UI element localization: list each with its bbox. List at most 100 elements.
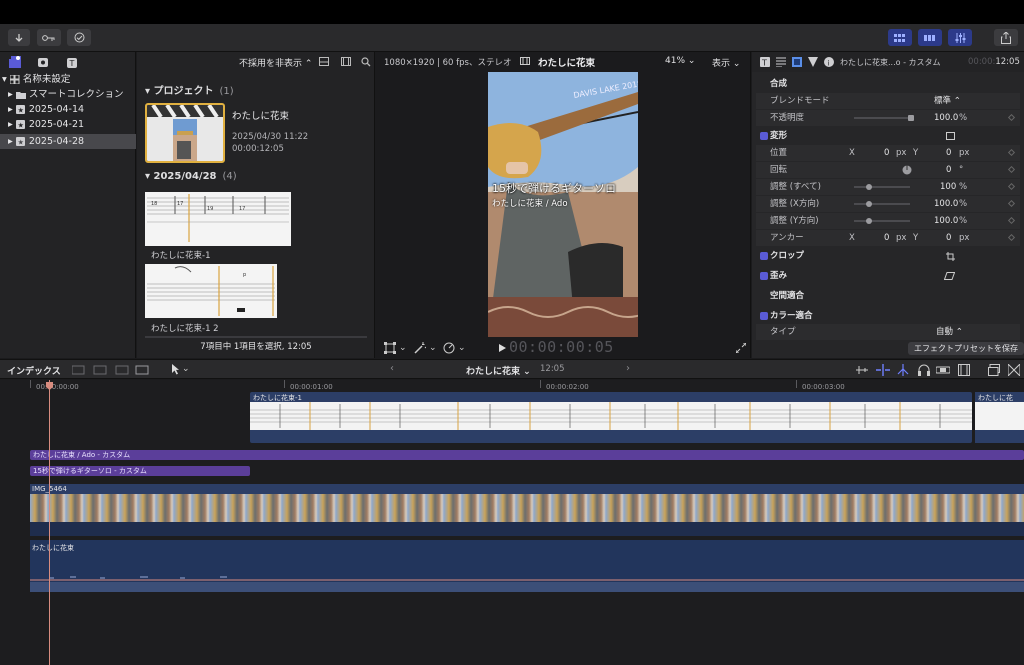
scale-y-slider[interactable] (854, 220, 910, 222)
arrow-tool-icon[interactable] (172, 364, 180, 375)
chevron-down-icon[interactable]: ⌄ (182, 364, 190, 374)
clip-filter-menu[interactable]: 不採用を非表示 ⌃ (239, 56, 312, 69)
retime-speed-icon[interactable] (443, 342, 455, 354)
headphones-icon[interactable] (918, 364, 930, 376)
crop-checkbox[interactable] (760, 252, 768, 260)
title-clip[interactable]: 15秒で弾けるギターソロ - カスタム (30, 466, 250, 476)
fullscreen-icon[interactable] (736, 343, 746, 353)
distort-icon[interactable] (944, 272, 955, 280)
audio-clip[interactable]: わたしに花束 (30, 540, 1024, 592)
color-conform-checkbox[interactable] (760, 312, 768, 320)
timeline[interactable]: 00:00:00:00 00:00:01:00 00:00:02:00 00:0… (0, 380, 1024, 665)
keyframe-icon[interactable] (1007, 199, 1016, 208)
opacity-slider[interactable] (854, 117, 910, 119)
chevron-down-icon[interactable]: ⌄ (429, 343, 437, 353)
analysis-button[interactable] (67, 29, 91, 46)
position-x-value[interactable]: 0 (884, 145, 889, 161)
audio-skimming-icon[interactable] (856, 364, 868, 376)
event-date-section-header[interactable]: ▾ 2025/04/28 (4) (145, 171, 237, 182)
keyframe-icon[interactable] (1007, 113, 1016, 122)
import-button[interactable] (8, 29, 30, 46)
scale-x-slider-knob[interactable] (866, 201, 872, 207)
sidebar-item-event[interactable]: ▸ ★ 2025-04-21 (0, 117, 136, 132)
rotation-dial-icon[interactable] (902, 165, 912, 175)
edit-buttons-icons[interactable] (72, 364, 158, 376)
transform-section[interactable]: 変形 (756, 128, 1020, 144)
playhead[interactable] (49, 380, 50, 665)
play-icon[interactable] (499, 344, 507, 352)
info-icon[interactable]: i (824, 57, 834, 67)
share-button[interactable] (994, 29, 1018, 46)
video-inspector-icon[interactable] (792, 57, 802, 67)
timecode-display[interactable]: 00:00:00:05 (509, 338, 614, 356)
snapping-icon[interactable] (896, 364, 910, 376)
transitions-browser-icon[interactable] (1008, 364, 1020, 376)
opacity-slider-knob[interactable] (908, 115, 914, 121)
connected-clip[interactable]: わたしに花束-1 (975, 392, 1024, 443)
keyframe-icon[interactable] (1007, 165, 1016, 174)
scale-y-value[interactable]: 100.0 (934, 213, 958, 229)
crop-section[interactable]: クロップ (756, 248, 1020, 264)
video-clip[interactable]: IMG_5464 (30, 484, 1024, 536)
photos-audio-tab-icon[interactable] (36, 55, 52, 69)
sidebar-item-event[interactable]: ▸ ★ 2025-04-14 (0, 102, 136, 117)
chevron-down-icon[interactable]: ⌄ (399, 343, 407, 353)
position-y-value[interactable]: 0 (946, 145, 951, 161)
keyframe-icon[interactable] (1007, 182, 1016, 191)
titles-generators-tab-icon[interactable]: T (64, 55, 80, 69)
filmstrip-icon[interactable] (341, 57, 351, 66)
clip-appearance-icon[interactable] (319, 57, 329, 66)
sidebar-item-smart-collections[interactable]: ▸ スマートコレクション (0, 87, 136, 102)
transform-checkbox[interactable] (760, 132, 768, 140)
show-inspector-button[interactable] (948, 29, 972, 46)
clip-appearance-icon[interactable] (958, 364, 970, 376)
previous-project-arrow[interactable]: ‹ (390, 363, 394, 374)
libraries-tab-icon[interactable] (8, 55, 24, 69)
scale-all-slider-knob[interactable] (866, 184, 872, 190)
scale-x-value[interactable]: 100.0 (934, 196, 958, 212)
chevron-down-icon[interactable]: ⌄ (458, 343, 466, 353)
save-effects-preset-button[interactable]: エフェクトプリセットを保存 (908, 342, 1024, 355)
distort-checkbox[interactable] (760, 272, 768, 280)
opacity-value[interactable]: 100.0 (934, 110, 958, 126)
scale-all-value[interactable]: 100 (940, 179, 956, 195)
solo-icon[interactable] (936, 364, 950, 376)
next-project-arrow[interactable]: › (626, 363, 630, 374)
timeline-ruler[interactable]: 00:00:00:00 00:00:01:00 00:00:02:00 00:0… (0, 380, 1024, 392)
keyframe-icon[interactable] (1007, 148, 1016, 157)
spatial-conform-section[interactable]: 空間適合 (756, 288, 1020, 304)
transform-tool-icon[interactable] (384, 342, 396, 354)
show-browser-button[interactable] (888, 29, 912, 46)
clip-thumbnail[interactable]: p (145, 264, 277, 318)
enhance-wand-icon[interactable] (414, 342, 426, 354)
keywords-button[interactable] (37, 29, 61, 46)
blend-mode-popup[interactable]: 標準 ⌃ (934, 93, 961, 109)
sidebar-item-event-selected[interactable]: ▸ ★ 2025-04-28 (0, 134, 136, 149)
color-conform-section[interactable]: カラー適合 (756, 308, 1020, 324)
view-menu[interactable]: 表示 ⌄ (712, 56, 740, 69)
transform-onscreen-icon[interactable] (946, 132, 955, 140)
projects-section-header[interactable]: ▾ プロジェクト (1) (145, 82, 234, 97)
zoom-menu[interactable]: 41% ⌄ (665, 56, 695, 66)
keyframe-icon[interactable] (1007, 216, 1016, 225)
composite-section[interactable]: 合成 (756, 76, 1020, 92)
skimming-icon[interactable] (876, 364, 890, 376)
crop-icon[interactable] (946, 252, 955, 261)
library-row[interactable]: ▾ 名称未設定 (0, 72, 136, 87)
playhead-handle-icon[interactable] (46, 382, 53, 390)
color-inspector-icon[interactable] (808, 57, 818, 67)
project-thumbnail[interactable] (145, 103, 225, 163)
title-clip[interactable]: わたしに花束 / Ado - カスタム (30, 450, 1024, 460)
text-inspector-icon[interactable] (776, 57, 786, 67)
keyframe-icon[interactable] (1007, 233, 1016, 242)
timeline-project-menu[interactable]: わたしに花束 ⌄ (466, 364, 531, 377)
type-popup[interactable]: 自動 ⌃ (936, 324, 963, 340)
index-button[interactable]: インデックス (7, 364, 61, 377)
anchor-y-value[interactable]: 0 (946, 230, 951, 246)
scale-y-slider-knob[interactable] (866, 218, 872, 224)
rotation-value[interactable]: 0 (946, 162, 951, 178)
scale-x-slider[interactable] (854, 203, 910, 205)
scale-all-slider[interactable] (854, 186, 910, 188)
show-timeline-button[interactable] (918, 29, 942, 46)
video-frame[interactable]: DAVIS LAKE 2018 15秒で弾けるギターソロ わたしに花束 / Ad… (488, 72, 638, 337)
